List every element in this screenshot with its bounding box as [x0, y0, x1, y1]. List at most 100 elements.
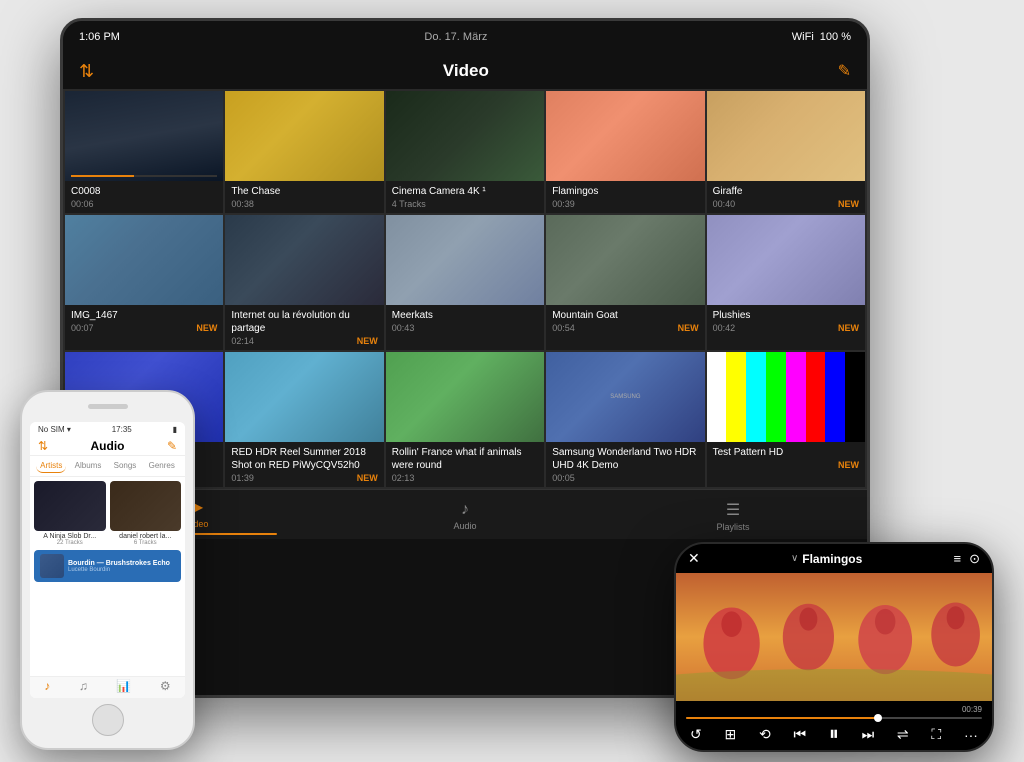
- iphone-x-device: ✕ ∨ Flamingos ≡ ⊙: [674, 542, 994, 752]
- video-item-giraffe[interactable]: Giraffe 00:40 NEW: [707, 91, 865, 213]
- iphone-speaker: [88, 404, 128, 409]
- video-item-internet[interactable]: Internet ou la révolution du partage 02:…: [225, 215, 383, 350]
- iphonex-progress-track[interactable]: [686, 717, 982, 719]
- video-duration: 00:06: [71, 199, 94, 209]
- video-item-chase[interactable]: The Chase 00:38: [225, 91, 383, 213]
- iphone-artists-icon[interactable]: ♪: [44, 679, 50, 696]
- iphonex-airplay-icon[interactable]: ⊙: [969, 551, 980, 567]
- iphone-battery: ▮: [173, 425, 177, 434]
- tab-playlists[interactable]: ☰ Playlists: [599, 500, 867, 532]
- video-item-cinema[interactable]: Cinema Camera 4K ¹ 4 Tracks: [386, 91, 544, 213]
- video-title: Plushies: [713, 309, 859, 322]
- tab-audio[interactable]: ♪ Audio: [331, 501, 599, 531]
- iphone-audio-tabs: Artists Albums Songs Genres: [30, 456, 185, 477]
- iphonex-more-icon[interactable]: ···: [964, 727, 978, 743]
- video-info-cinema: Cinema Camera 4K ¹ 4 Tracks: [386, 181, 544, 213]
- iphone-nav-title: Audio: [91, 439, 125, 453]
- video-title: Cinema Camera 4K ¹: [392, 185, 538, 198]
- tablet-titlebar: ⇅ Video ✎: [63, 53, 867, 89]
- video-info-plushies: Plushies 00:42 NEW: [707, 305, 865, 337]
- video-item-mtngoat[interactable]: Mountain Goat 00:54 NEW: [546, 215, 704, 350]
- video-title: Samsung Wonderland Two HDR UHD 4K Demo: [552, 446, 698, 472]
- sort-up-icon[interactable]: ⇅: [38, 439, 48, 453]
- iphone-edit-icon[interactable]: ✎: [167, 439, 177, 453]
- video-thumbnail-c0008: [65, 91, 223, 181]
- video-thumbnail-cinema: [386, 91, 544, 181]
- battery-text: 100 %: [820, 31, 851, 43]
- iphonex-loop-icon[interactable]: ⟲: [759, 726, 771, 743]
- iphone-tab-songs[interactable]: Songs: [110, 459, 141, 473]
- artist-card-2[interactable]: daniel robert la... 6 Tracks: [110, 481, 182, 546]
- new-badge: NEW: [357, 473, 378, 483]
- iphonex-prev-icon[interactable]: ⏮: [793, 726, 806, 743]
- tab-playlists-label: Playlists: [716, 522, 749, 532]
- video-item-samsung[interactable]: SAMSUNG Samsung Wonderland Two HDR UHD 4…: [546, 352, 704, 487]
- video-item-img1467[interactable]: IMG_1467 00:07 NEW: [65, 215, 223, 350]
- iphonex-crop-icon[interactable]: ⊞: [724, 726, 736, 743]
- artist-name-2: daniel robert la...: [110, 533, 182, 540]
- iphonex-next-icon[interactable]: ⏭: [862, 726, 875, 743]
- video-info-img1467: IMG_1467 00:07 NEW: [65, 305, 223, 337]
- iphonex-right-controls: ≡ ⊙: [953, 551, 980, 567]
- video-item-c0008[interactable]: C0008 00:06: [65, 91, 223, 213]
- now-playing[interactable]: Bourdin — Brushstrokes Echo Lucette Bour…: [34, 550, 181, 582]
- video-duration: 00:54: [552, 323, 575, 333]
- video-thumbnail-samsung: SAMSUNG: [546, 352, 704, 442]
- new-badge: NEW: [838, 323, 859, 333]
- iphonex-play-controls: ↺ ⊞ ⟲ ⏮ ⏸ ⏭ ⇌ ⛶ ···: [686, 723, 982, 746]
- video-item-testpat[interactable]: Test Pattern HD NEW: [707, 352, 865, 487]
- video-info-c0008: C0008 00:06: [65, 181, 223, 213]
- iphone-home-button[interactable]: [92, 704, 124, 736]
- video-info-rollin: Rollin' France what if animals were roun…: [386, 442, 544, 487]
- video-info-redhdr: RED HDR Reel Summer 2018 Shot on RED PiW…: [225, 442, 383, 487]
- flamingo-scene: [676, 573, 992, 701]
- new-badge: NEW: [196, 323, 217, 333]
- video-thumbnail-redhdr: [225, 352, 383, 442]
- iphone-nav: ⇅ Audio ✎: [30, 437, 185, 456]
- iphone-settings-icon[interactable]: ⚙: [160, 679, 171, 696]
- playlists-tab-icon: ☰: [726, 500, 740, 520]
- iphonex-video-area: [676, 573, 992, 701]
- iphonex-close-button[interactable]: ✕: [688, 550, 700, 567]
- iphone-tab-artists[interactable]: Artists: [36, 459, 66, 473]
- iphonex-chevron-icon: ∨: [791, 553, 798, 564]
- video-duration: 02:13: [392, 473, 415, 483]
- iphonex-shuffle-icon[interactable]: ⇌: [897, 726, 909, 743]
- artist-row: A Ninja Slob Dr... 22 Tracks daniel robe…: [34, 481, 181, 546]
- playing-artist: Lucette Bourdin: [68, 567, 175, 573]
- iphonex-screen: ✕ ∨ Flamingos ≡ ⊙: [676, 544, 992, 750]
- video-item-rollin[interactable]: Rollin' France what if animals were roun…: [386, 352, 544, 487]
- audio-tab-icon: ♪: [461, 501, 469, 519]
- playing-info: Bourdin — Brushstrokes Echo Lucette Bour…: [68, 560, 175, 573]
- page-title: Video: [443, 61, 489, 81]
- video-thumbnail-testpat: [707, 352, 865, 442]
- iphone-tab-genres[interactable]: Genres: [145, 459, 179, 473]
- video-item-redhdr[interactable]: RED HDR Reel Summer 2018 Shot on RED PiW…: [225, 352, 383, 487]
- video-title: The Chase: [231, 185, 377, 198]
- iphonex-fullscreen-icon[interactable]: ⛶: [931, 726, 941, 743]
- video-duration: 00:43: [392, 323, 415, 333]
- playing-thumb: [40, 554, 64, 578]
- iphonex-duration: 00:39: [686, 705, 982, 714]
- iphone-albums-icon[interactable]: ♫: [79, 679, 88, 696]
- tablet-statusbar: 1:06 PM Do. 17. März WiFi 100 %: [63, 21, 867, 53]
- artist-card-1[interactable]: A Ninja Slob Dr... 22 Tracks: [34, 481, 106, 546]
- video-info-internet: Internet ou la révolution du partage 02:…: [225, 305, 383, 350]
- iphone-tab-albums[interactable]: Albums: [71, 459, 106, 473]
- sort-icon[interactable]: ⇅: [79, 61, 94, 82]
- video-thumbnail-img1467: [65, 215, 223, 305]
- video-duration: 00:39: [552, 199, 575, 209]
- iphonex-settings-icon[interactable]: ≡: [953, 551, 961, 566]
- video-title: Mountain Goat: [552, 309, 698, 322]
- video-duration: 00:42: [713, 323, 736, 333]
- video-thumbnail-chase: [225, 91, 383, 181]
- iphonex-rewind-icon[interactable]: ↺: [690, 726, 702, 743]
- video-item-plushies[interactable]: Plushies 00:42 NEW: [707, 215, 865, 350]
- video-title: Test Pattern HD: [713, 446, 859, 459]
- iphone-songs-icon[interactable]: 📊: [116, 679, 131, 696]
- video-item-flamingos[interactable]: Flamingos 00:39: [546, 91, 704, 213]
- edit-icon[interactable]: ✎: [838, 61, 851, 81]
- artist-tracks-1: 22 Tracks: [34, 540, 106, 546]
- iphonex-play-button[interactable]: ⏸: [829, 723, 839, 746]
- video-item-meerkats[interactable]: Meerkats 00:43: [386, 215, 544, 350]
